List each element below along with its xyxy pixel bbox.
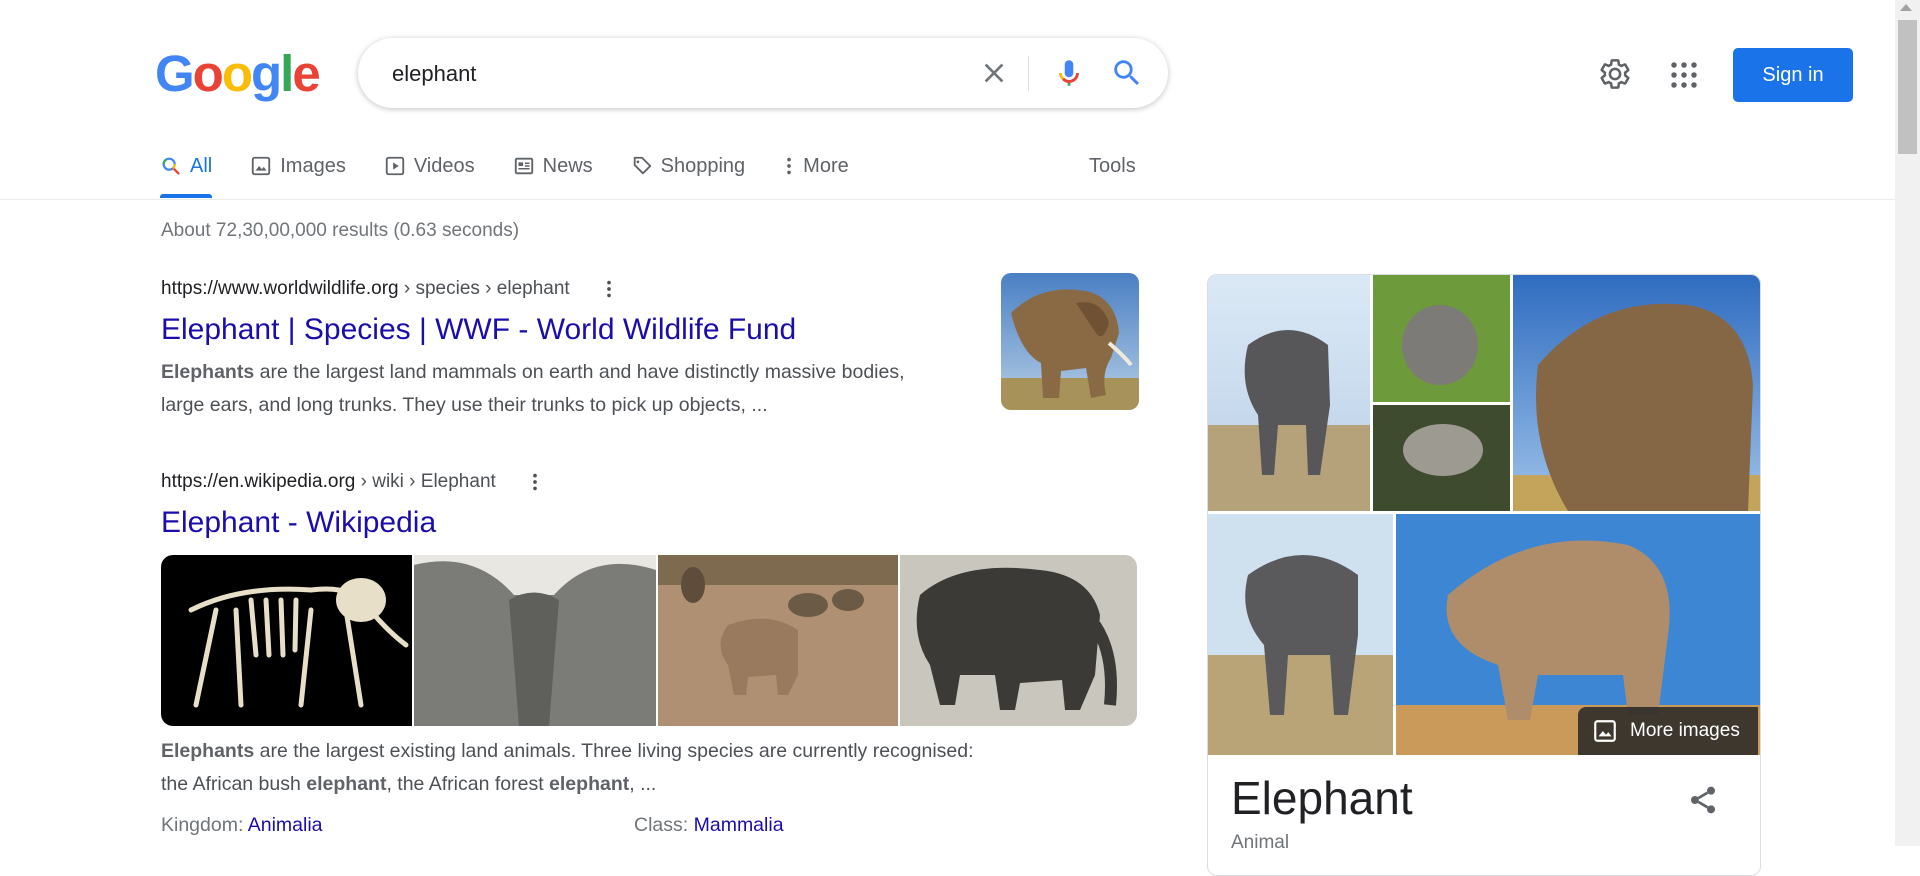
fact-value-link[interactable]: Animalia (248, 814, 323, 836)
fact-value-link[interactable]: Mammalia (694, 814, 784, 836)
vintage-elephant-photo (900, 555, 1137, 726)
tab-images[interactable]: Images (250, 150, 346, 182)
fact-label: Kingdom: (161, 814, 248, 836)
search-icon[interactable] (1110, 56, 1144, 90)
snippet-text: are the largest land mammals on earth an… (254, 361, 905, 383)
scroll-up-arrow[interactable] (1900, 4, 1912, 11)
search-tabs: All Images Videos News Shopping More (160, 150, 887, 200)
result-snippet: Elephants are the largest land mammals o… (161, 356, 981, 422)
fact-class: Class: Mammalia (634, 814, 784, 837)
snippet-bold: elephant (306, 773, 387, 795)
logo-letter: g (250, 45, 282, 102)
result-title-link[interactable]: Elephant - Wikipedia (161, 506, 436, 540)
play-icon (385, 156, 404, 176)
search-icon (162, 157, 180, 175)
snippet-text: the African bush (161, 773, 307, 795)
logo-letter: e (292, 45, 320, 102)
snippet-text: are the largest existing land animals. T… (254, 740, 974, 762)
settings-icon[interactable] (1598, 57, 1632, 91)
knowledge-panel-title: Elephant (1231, 772, 1413, 824)
snippet-text: large ears, and long trunks. They use th… (161, 394, 768, 416)
more-options-icon[interactable] (531, 471, 539, 493)
knowledge-panel-subtitle: Animal (1231, 832, 1290, 853)
skeleton-photo (188, 578, 409, 708)
search-input[interactable] (390, 38, 994, 110)
tab-label: Images (280, 154, 346, 177)
image-icon (1594, 720, 1616, 742)
elephant-face-photo (414, 555, 656, 726)
logo-letter: G (155, 45, 195, 102)
image-elephant-face[interactable] (414, 555, 656, 726)
fact-kingdom: Kingdom: Animalia (161, 814, 323, 837)
kebab-icon (787, 157, 792, 175)
clear-icon[interactable] (978, 57, 1010, 89)
image-skeleton[interactable] (161, 555, 412, 726)
url-path: › species › elephant (398, 278, 570, 300)
image-strip (161, 555, 1137, 726)
apps-icon[interactable] (1669, 60, 1699, 90)
tab-shopping[interactable]: Shopping (631, 150, 746, 182)
google-logo[interactable]: Google (155, 45, 321, 102)
url-path: › wiki › Elephant (355, 471, 496, 493)
fact-label: Class: (634, 814, 694, 836)
search-box (358, 38, 1168, 110)
sign-in-button[interactable]: Sign in (1733, 48, 1853, 102)
more-images-button[interactable]: More images (1578, 707, 1758, 755)
tag-icon (633, 156, 651, 175)
logo-letter: l (280, 45, 294, 102)
image-vintage[interactable] (900, 555, 1137, 726)
image-icon (252, 156, 271, 176)
tab-news[interactable]: News (513, 150, 593, 182)
snippet-bold: Elephants (161, 361, 255, 383)
tab-label: News (542, 154, 593, 177)
news-icon (514, 157, 533, 175)
snippet-text: , ... (629, 773, 657, 795)
url-host: https://www.worldwildlife.org (161, 278, 399, 300)
tools-button[interactable]: Tools (1089, 150, 1136, 182)
logo-letter: o (221, 45, 253, 102)
result-title-link[interactable]: Elephant | Species | WWF - World Wildlif… (161, 313, 796, 347)
scrollbar-thumb[interactable] (1898, 20, 1917, 154)
result-thumbnail[interactable] (1001, 273, 1139, 410)
elephant-photo (1001, 273, 1139, 410)
tab-all[interactable]: All (160, 150, 213, 198)
result-url: https://www.worldwildlife.org › species … (161, 278, 613, 300)
image-herd[interactable] (658, 555, 898, 726)
knowledge-panel-images[interactable] (1208, 275, 1760, 755)
result-snippet: Elephants are the largest existing land … (161, 735, 1061, 801)
mic-icon[interactable] (1052, 56, 1086, 90)
tab-more[interactable]: More (783, 150, 849, 182)
more-options-icon[interactable] (605, 278, 613, 300)
herd-photo (658, 555, 898, 726)
tab-label: More (803, 154, 849, 177)
url-host: https://en.wikipedia.org (161, 471, 356, 493)
result-stats: About 72,30,00,000 results (0.63 seconds… (161, 220, 520, 241)
tab-label: Shopping (660, 154, 746, 177)
header-divider (0, 199, 1895, 200)
share-icon[interactable] (1687, 783, 1719, 817)
tab-label: All (190, 154, 213, 177)
snippet-bold: elephant (549, 773, 630, 795)
tab-label: Videos (413, 154, 475, 177)
snippet-bold: Elephants (161, 740, 255, 762)
result-url: https://en.wikipedia.org › wiki › Elepha… (161, 471, 539, 493)
search-divider (1028, 56, 1029, 91)
tab-videos[interactable]: Videos (384, 150, 475, 182)
snippet-text: , the African forest (386, 773, 550, 795)
more-images-label: More images (1630, 720, 1740, 741)
logo-letter: o (192, 45, 224, 102)
